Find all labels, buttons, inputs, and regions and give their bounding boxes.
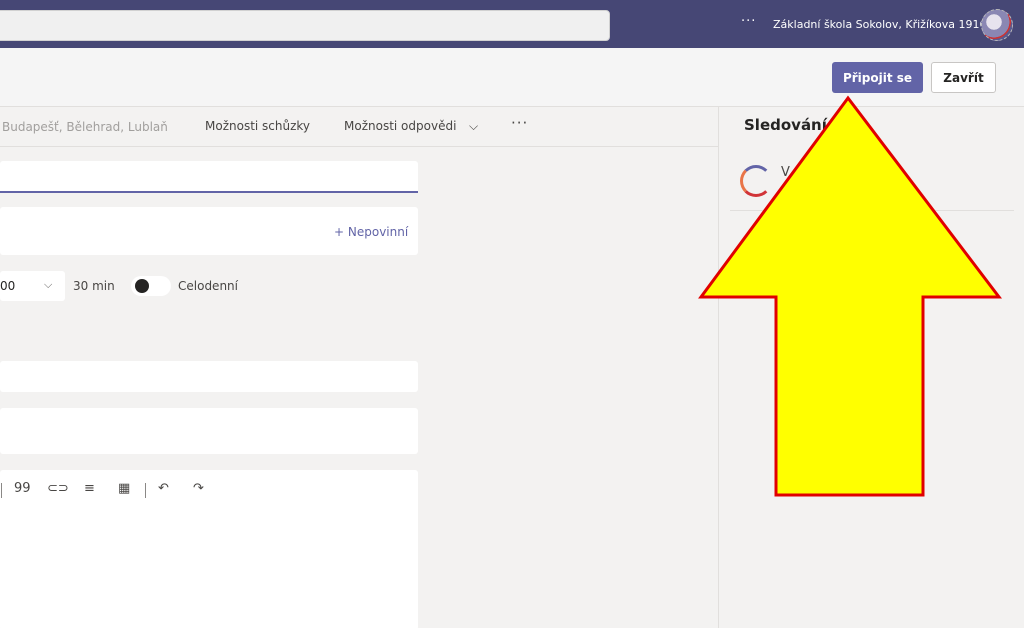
- end-time-value: 00: [0, 279, 16, 293]
- timezone-label[interactable]: Budapešť, Bělehrad, Lublaň: [2, 120, 168, 134]
- attendee-avatar: [740, 165, 772, 197]
- toolbar-divider: [1, 483, 2, 498]
- response-options-button[interactable]: Možnosti odpovědi: [344, 119, 456, 133]
- undo-icon[interactable]: ↶: [158, 481, 169, 496]
- more-options-icon[interactable]: ···: [741, 14, 756, 29]
- table-icon[interactable]: ▦: [118, 481, 130, 496]
- quote-icon[interactable]: 99: [14, 481, 31, 496]
- attendee-name: V: [781, 165, 790, 180]
- align-icon[interactable]: ≡: [84, 481, 95, 496]
- location-input[interactable]: [0, 408, 418, 454]
- tracking-title: Sledování: [744, 116, 827, 134]
- duration-label: 30 min: [73, 279, 115, 293]
- chevron-down-icon: ⌵: [44, 278, 53, 291]
- link-icon[interactable]: ⊂⊃: [47, 481, 69, 496]
- more-icon[interactable]: ···: [511, 114, 528, 132]
- search-input[interactable]: [0, 10, 610, 41]
- all-day-label: Celodenní: [178, 279, 238, 293]
- chevron-down-icon[interactable]: ⌵: [469, 119, 478, 134]
- redo-icon[interactable]: ↷: [193, 481, 204, 496]
- close-button[interactable]: Zavřít: [931, 62, 996, 93]
- repeat-select[interactable]: [0, 361, 418, 392]
- avatar[interactable]: [981, 9, 1013, 41]
- toggle-knob: [135, 279, 149, 293]
- divider: [730, 210, 1014, 211]
- organization-name[interactable]: Základní škola Sokolov, Křižíkova 1916: [773, 18, 986, 31]
- meeting-options-button[interactable]: Možnosti schůzky: [205, 119, 310, 133]
- toolbar-divider: [145, 483, 146, 498]
- optional-attendees-link[interactable]: + Nepovinní: [334, 225, 408, 239]
- title-input[interactable]: [0, 161, 418, 193]
- join-button[interactable]: Připojit se: [832, 62, 923, 93]
